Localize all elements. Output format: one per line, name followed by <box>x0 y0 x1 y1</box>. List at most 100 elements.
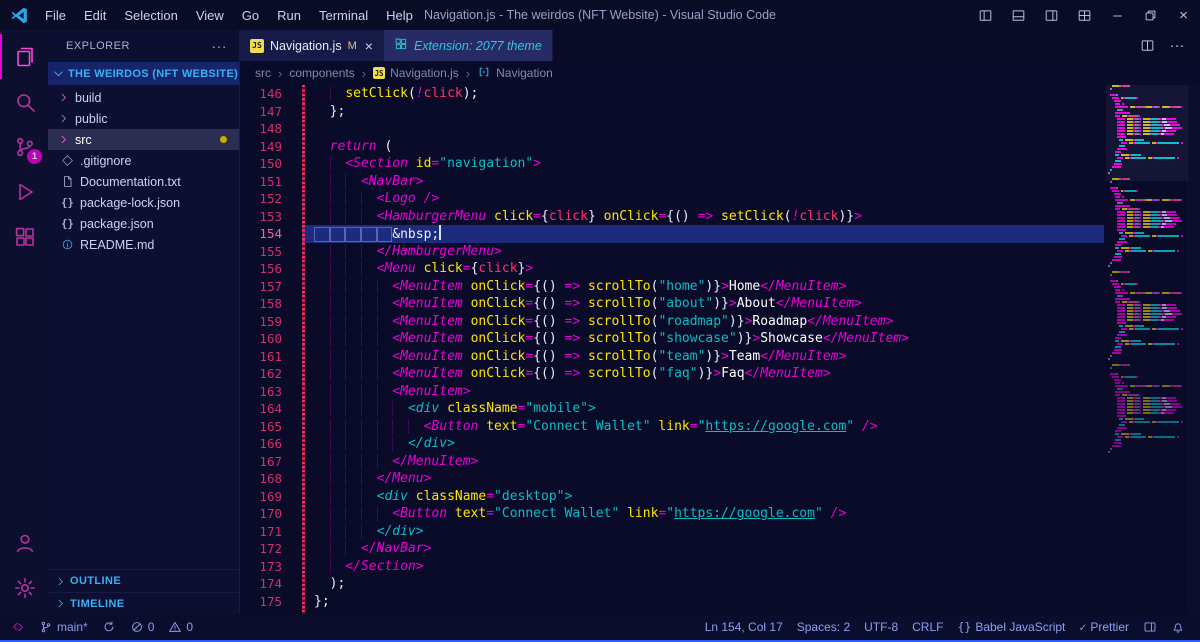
code-line-162[interactable]: 162 <MenuItem onClick={() => scrollTo("f… <box>240 365 1104 383</box>
menu-go[interactable]: Go <box>233 0 268 30</box>
code-text[interactable]: <MenuItem onClick={() => scrollTo("team"… <box>314 348 1104 366</box>
code-line-175[interactable]: 175}; <box>240 593 1104 611</box>
line-number[interactable]: 149 <box>240 138 302 156</box>
code-text[interactable]: }; <box>314 593 1104 611</box>
status-encoding[interactable]: UTF-8 <box>857 614 905 640</box>
code-line-159[interactable]: 159 <MenuItem onClick={() => scrollTo("r… <box>240 313 1104 331</box>
tab-navigation-js[interactable]: JSNavigation.jsM× <box>240 30 384 61</box>
code-text[interactable] <box>314 120 1104 138</box>
code-line-156[interactable]: 156 <Menu click={click}> <box>240 260 1104 278</box>
line-number[interactable]: 146 <box>240 85 302 103</box>
code-text[interactable] <box>314 610 1104 614</box>
panel-left-button[interactable] <box>969 0 1002 30</box>
line-number[interactable]: 160 <box>240 330 302 348</box>
code-line-153[interactable]: 153 <HamburgerMenu click={click} onClick… <box>240 208 1104 226</box>
status-language-mode[interactable]: {}Babel JavaScript <box>950 614 1072 640</box>
code-editor[interactable]: 146 setClick(!click);147 };148149 return… <box>240 85 1200 614</box>
activity-search[interactable] <box>0 79 48 124</box>
line-number[interactable]: 167 <box>240 453 302 471</box>
code-line-146[interactable]: 146 setClick(!click); <box>240 85 1104 103</box>
status-sync[interactable] <box>95 614 123 640</box>
menu-run[interactable]: Run <box>268 0 310 30</box>
activity-settings[interactable] <box>0 565 48 610</box>
code-text[interactable]: <HamburgerMenu click={click} onClick={()… <box>314 208 1104 226</box>
breadcrumb-components[interactable]: components <box>289 66 354 80</box>
minimize-button[interactable]: – <box>1101 0 1134 30</box>
code-text[interactable]: <div className="mobile"> <box>314 400 1104 418</box>
more-actions-icon[interactable]: ··· <box>212 38 228 54</box>
code-text[interactable]: <MenuItem> <box>314 383 1104 401</box>
status-branch[interactable]: main* <box>32 614 95 640</box>
code-text[interactable]: <Logo /> <box>314 190 1104 208</box>
code-line-151[interactable]: 151 <NavBar> <box>240 173 1104 191</box>
tab-extension-2077-theme[interactable]: Extension: 2077 theme <box>384 30 553 61</box>
code-line-150[interactable]: 150 <Section id="navigation"> <box>240 155 1104 173</box>
line-number[interactable]: 163 <box>240 383 302 401</box>
code-text[interactable]: <Menu click={click}> <box>314 260 1104 278</box>
line-number[interactable]: 148 <box>240 120 302 138</box>
tree-item-package-lock-json[interactable]: {}package-lock.json <box>48 192 239 213</box>
split-editor-button[interactable] <box>1134 30 1160 61</box>
code-line-171[interactable]: 171 </div> <box>240 523 1104 541</box>
code-line-170[interactable]: 170 <Button text="Connect Wallet" link="… <box>240 505 1104 523</box>
activity-extensions[interactable] <box>0 214 48 259</box>
line-number[interactable]: 166 <box>240 435 302 453</box>
breadcrumb-navigation[interactable]: Navigation <box>477 65 553 82</box>
tree-item-package-json[interactable]: {}package.json <box>48 213 239 234</box>
code-text[interactable]: </MenuItem> <box>314 453 1104 471</box>
code-text[interactable]: <Button text="Connect Wallet" link="http… <box>314 505 1104 523</box>
code-line-165[interactable]: 165 <Button text="Connect Wallet" link="… <box>240 418 1104 436</box>
tree-item-documentation-txt[interactable]: Documentation.txt <box>48 171 239 192</box>
line-number[interactable]: 172 <box>240 540 302 558</box>
code-text[interactable]: <Button text="Connect Wallet" link="http… <box>314 418 1104 436</box>
code-line-155[interactable]: 155 </HamburgerMenu> <box>240 243 1104 261</box>
code-line-167[interactable]: 167 </MenuItem> <box>240 453 1104 471</box>
code-line-163[interactable]: 163 <MenuItem> <box>240 383 1104 401</box>
panel-outline[interactable]: OUTLINE <box>48 570 239 592</box>
code-text[interactable]: setClick(!click); <box>314 85 1104 103</box>
line-number[interactable]: 161 <box>240 348 302 366</box>
code-text[interactable]: <NavBar> <box>314 173 1104 191</box>
tree-item-readme-md[interactable]: README.md <box>48 234 239 255</box>
code-text[interactable]: </Section> <box>314 558 1104 576</box>
code-text[interactable]: <MenuItem onClick={() => scrollTo("faq")… <box>314 365 1104 383</box>
code-text[interactable]: return ( <box>314 138 1104 156</box>
status-editor-layout[interactable] <box>1136 614 1164 640</box>
line-number[interactable]: 159 <box>240 313 302 331</box>
line-number[interactable]: 176 <box>240 610 302 614</box>
status-formatter[interactable]: ✓Prettier <box>1072 614 1136 640</box>
status-indentation[interactable]: Spaces: 2 <box>790 614 857 640</box>
line-number[interactable]: 175 <box>240 593 302 611</box>
line-number[interactable]: 168 <box>240 470 302 488</box>
line-number[interactable]: 162 <box>240 365 302 383</box>
status-cursor-position[interactable]: Ln 154, Col 17 <box>698 614 790 640</box>
line-number[interactable]: 153 <box>240 208 302 226</box>
code-text[interactable]: ); <box>314 575 1104 593</box>
activity-source-control[interactable]: 1 <box>0 124 48 169</box>
code-line-147[interactable]: 147 }; <box>240 103 1104 121</box>
code-line-154[interactable]: 154 &nbsp; <box>240 225 1104 243</box>
breadcrumb-src[interactable]: src <box>255 66 271 80</box>
minimap-slider[interactable] <box>1106 85 1188 181</box>
code-line-158[interactable]: 158 <MenuItem onClick={() => scrollTo("a… <box>240 295 1104 313</box>
code-line-166[interactable]: 166 </div> <box>240 435 1104 453</box>
line-number[interactable]: 173 <box>240 558 302 576</box>
code-line-168[interactable]: 168 </Menu> <box>240 470 1104 488</box>
code-line-169[interactable]: 169 <div className="desktop"> <box>240 488 1104 506</box>
menu-terminal[interactable]: Terminal <box>310 0 377 30</box>
minimap[interactable] <box>1108 85 1186 614</box>
menu-selection[interactable]: Selection <box>115 0 186 30</box>
status-errors[interactable]: 0 <box>123 614 162 640</box>
code-line-160[interactable]: 160 <MenuItem onClick={() => scrollTo("s… <box>240 330 1104 348</box>
activity-account[interactable] <box>0 520 48 565</box>
line-number[interactable]: 165 <box>240 418 302 436</box>
line-number[interactable]: 170 <box>240 505 302 523</box>
code-text[interactable]: </NavBar> <box>314 540 1104 558</box>
line-number[interactable]: 157 <box>240 278 302 296</box>
code-lines[interactable]: 146 setClick(!click);147 };148149 return… <box>240 85 1104 614</box>
code-text[interactable]: </Menu> <box>314 470 1104 488</box>
code-text[interactable]: </div> <box>314 435 1104 453</box>
code-line-152[interactable]: 152 <Logo /> <box>240 190 1104 208</box>
tree-item-public[interactable]: public <box>48 108 239 129</box>
line-number[interactable]: 152 <box>240 190 302 208</box>
